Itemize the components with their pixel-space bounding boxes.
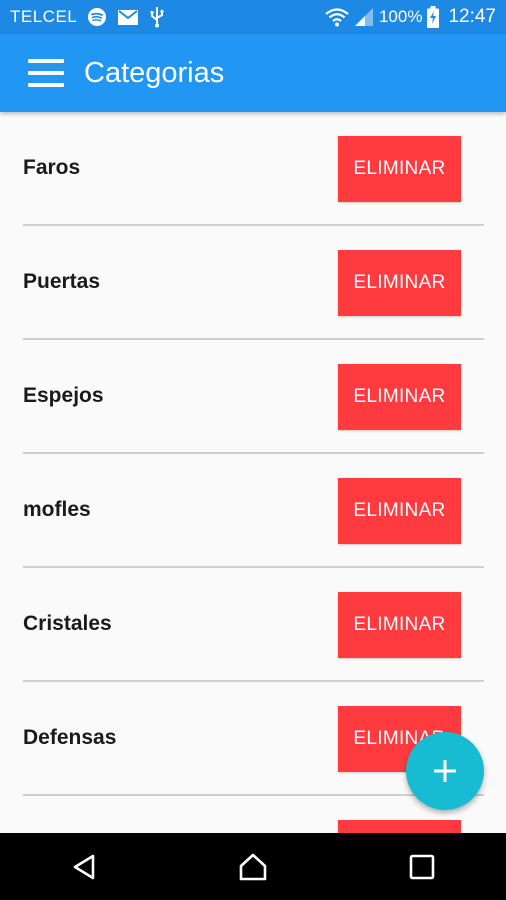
hamburger-menu-icon[interactable] [28,59,64,87]
app-bar: Categorias [0,34,506,112]
list-item: Puertas ELIMINAR [0,226,506,340]
delete-button[interactable]: ELIMINAR [338,592,461,658]
add-category-button[interactable] [406,732,484,810]
category-name: Espejos [23,384,104,407]
delete-button[interactable]: ELIMINAR [338,478,461,544]
page-title: Categorias [84,56,225,89]
list-item: Cristales ELIMINAR [0,568,506,682]
category-name: Puertas [23,270,101,293]
list-item: Faros ELIMINAR [0,112,506,226]
category-name: Defensas [23,726,117,749]
screen: TELCEL 100% 12:47 Categorias Faros ELIMI… [0,0,506,900]
spotify-icon [87,7,107,27]
list-item: Espejos ELIMINAR [0,340,506,454]
usb-icon [149,6,165,28]
carrier-label: TELCEL [10,7,78,26]
category-list: Faros ELIMINAR Puertas ELIMINAR Espejos … [0,112,506,833]
delete-button[interactable] [338,820,461,833]
delete-button[interactable]: ELIMINAR [338,364,461,430]
category-name: Cristales [23,612,112,635]
category-name: Faros [23,156,81,179]
system-nav-bar [0,833,506,900]
wifi-icon [325,7,349,27]
battery-charging-icon [427,6,440,28]
battery-percent: 100% [378,7,423,26]
clock: 12:47 [448,6,496,27]
status-right: 100% 12:47 [325,6,496,28]
plus-icon [434,760,456,782]
mail-icon [117,9,139,26]
home-icon[interactable] [223,837,283,897]
recents-icon[interactable] [392,837,452,897]
delete-button[interactable]: ELIMINAR [338,250,461,316]
delete-button[interactable]: ELIMINAR [338,136,461,202]
back-icon[interactable] [54,837,114,897]
list-item: mofles ELIMINAR [0,454,506,568]
category-name: mofles [23,498,91,521]
status-left: TELCEL [10,6,165,28]
signal-icon [354,7,374,27]
status-bar: TELCEL 100% 12:47 [0,0,506,34]
